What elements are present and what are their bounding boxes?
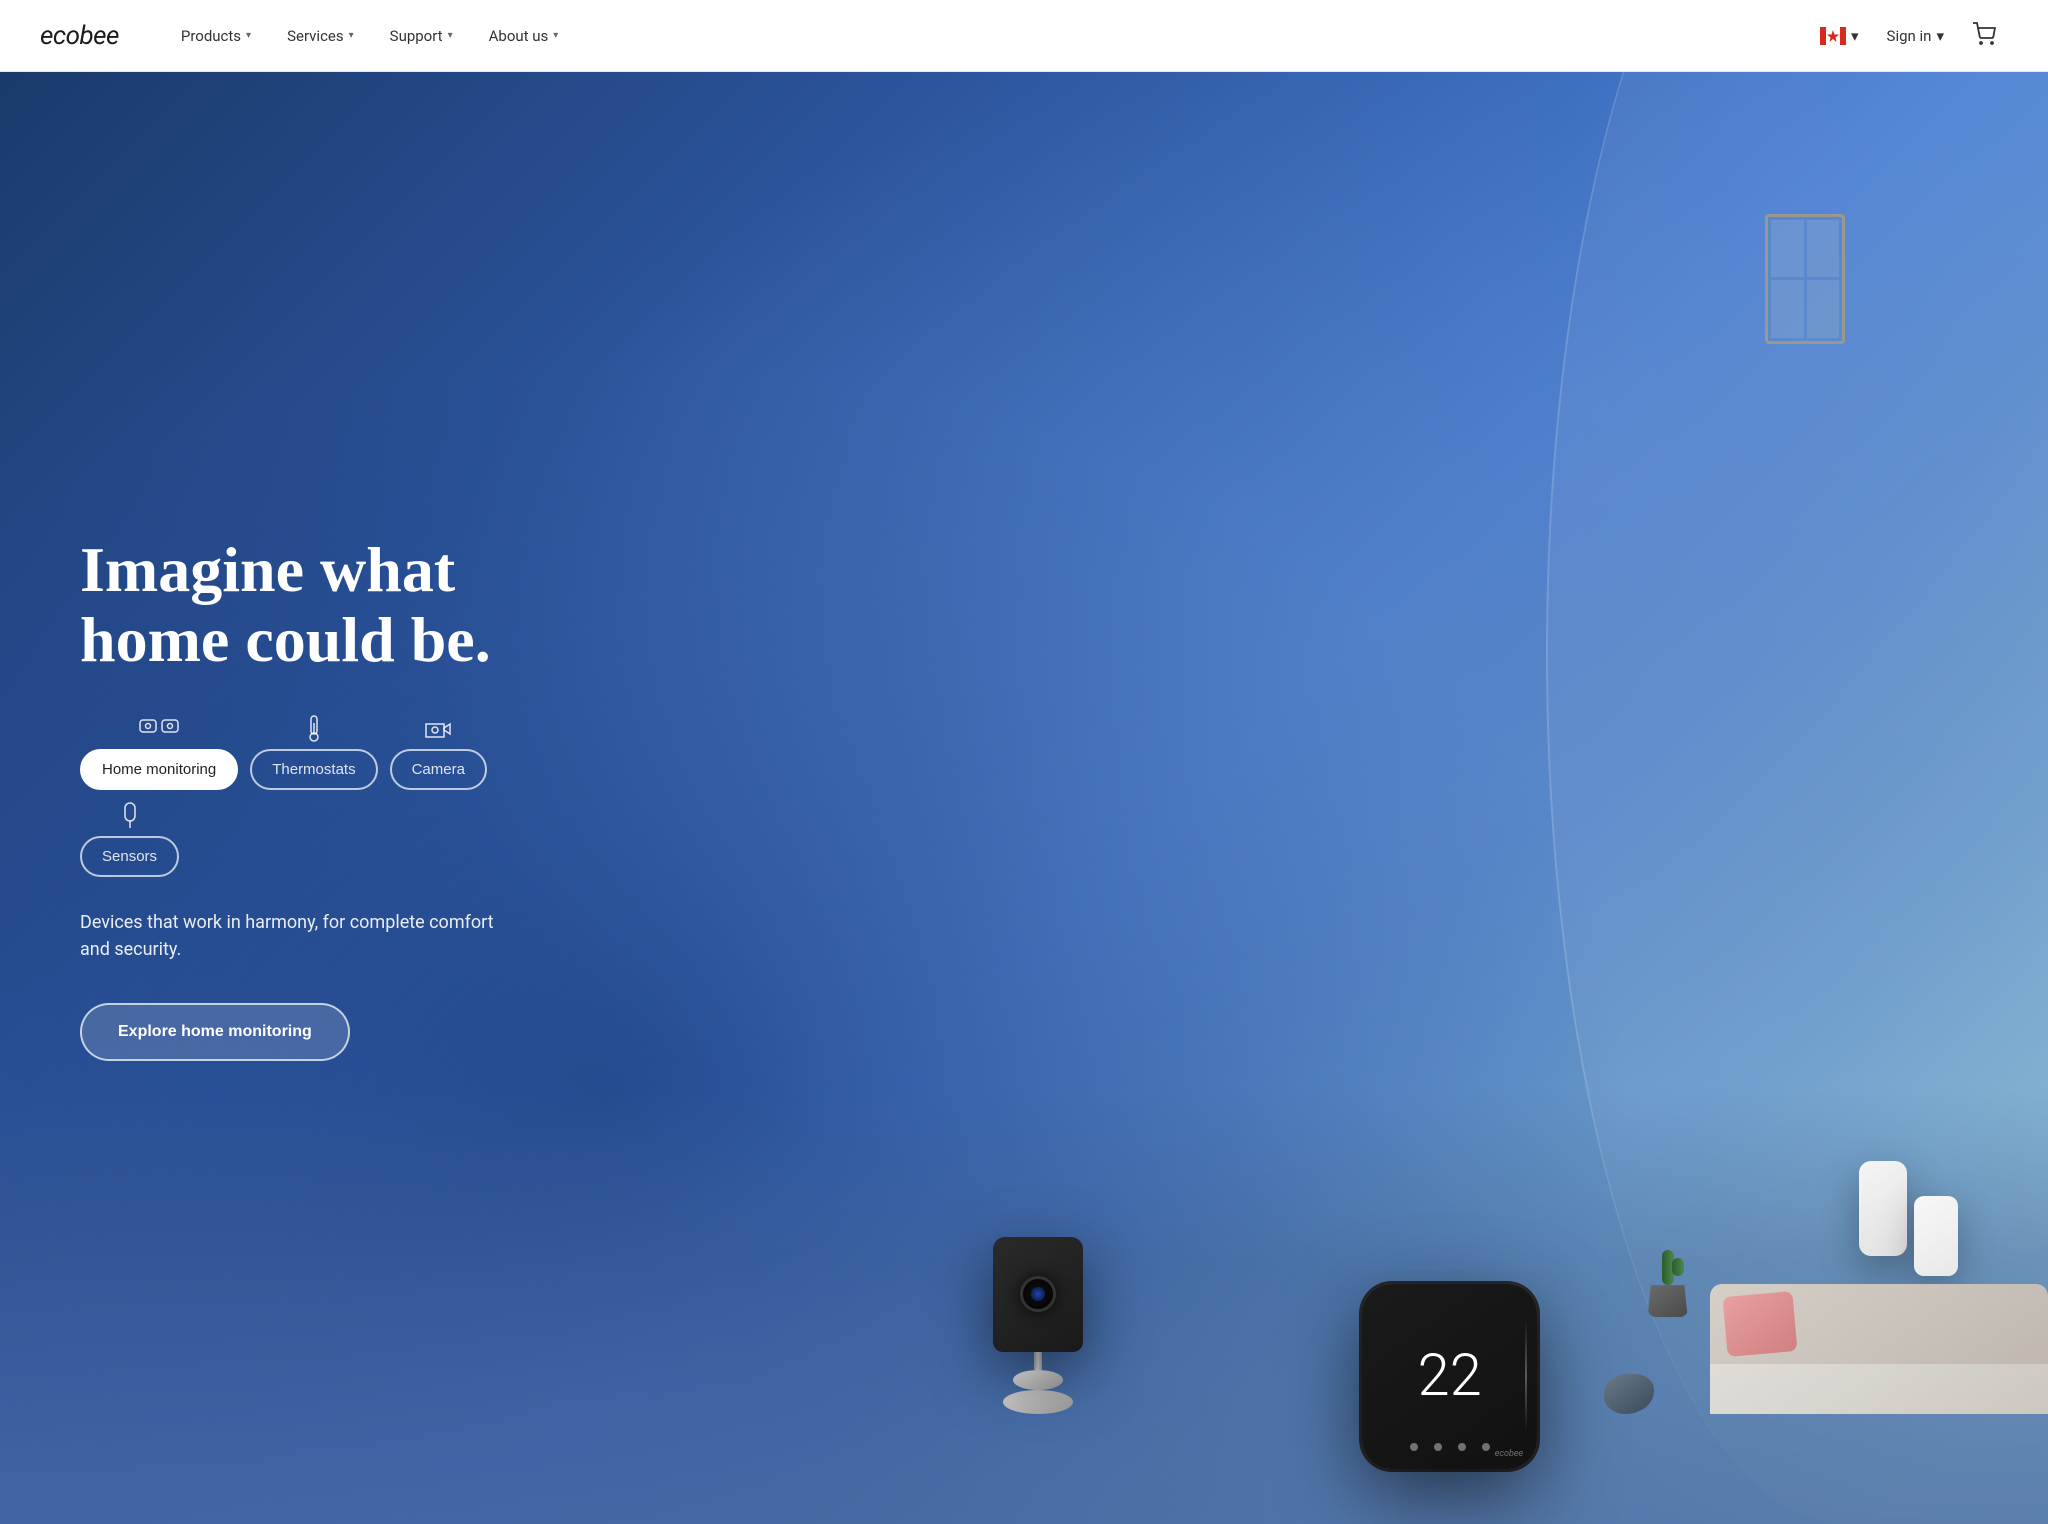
cactus-pot bbox=[1648, 1285, 1688, 1317]
nav-links: Products ▾ Services ▾ Support ▾ About us… bbox=[167, 19, 1808, 53]
cart-button[interactable] bbox=[1960, 14, 2008, 58]
cart-icon bbox=[1972, 22, 1996, 46]
product-tabs: Home monitoring Thermostats bbox=[80, 715, 520, 877]
thermostat-arc-indicator bbox=[1525, 1321, 1527, 1432]
thermostat-temperature: 22 bbox=[1417, 1347, 1481, 1405]
sensor-body-1 bbox=[1859, 1161, 1907, 1256]
cactus-stem bbox=[1662, 1250, 1674, 1285]
camera-body bbox=[993, 1237, 1083, 1352]
nav-support[interactable]: Support ▾ bbox=[376, 19, 467, 53]
tab-sensors[interactable]: Sensors bbox=[80, 802, 179, 877]
nav-services[interactable]: Services ▾ bbox=[273, 19, 368, 53]
country-selector[interactable]: ▾ bbox=[1808, 19, 1871, 53]
tab-camera[interactable]: Camera bbox=[390, 715, 487, 790]
couch-seat bbox=[1710, 1364, 2048, 1414]
nav-about[interactable]: About us ▾ bbox=[475, 19, 573, 53]
thermostat-display: 22 bbox=[1417, 1347, 1481, 1405]
couch-decoration bbox=[1710, 1284, 2048, 1414]
about-chevron-icon: ▾ bbox=[553, 30, 558, 41]
stone-decoration bbox=[1604, 1374, 1654, 1414]
window-pane-2 bbox=[1807, 220, 1840, 278]
window-frame bbox=[1765, 214, 1845, 344]
thermostat-body: 22 ecobee bbox=[1362, 1284, 1537, 1469]
camera-icon bbox=[424, 715, 452, 743]
home-monitoring-icon bbox=[139, 715, 179, 743]
navbar: ecobee Products ▾ Services ▾ Support ▾ A… bbox=[0, 0, 2048, 72]
tab-home-monitoring[interactable]: Home monitoring bbox=[80, 715, 238, 790]
thermostat-brand: ecobee bbox=[1495, 1449, 1523, 1459]
signin-chevron-icon: ▾ bbox=[1936, 27, 1944, 45]
explore-cta-button[interactable]: Explore home monitoring bbox=[80, 1003, 350, 1061]
camera-device bbox=[978, 1237, 1098, 1414]
window-pane-3 bbox=[1771, 280, 1804, 338]
t-dot-3 bbox=[1458, 1443, 1466, 1451]
window-decoration bbox=[1765, 214, 1845, 344]
hero-section: Imagine what home could be. Home monitor… bbox=[0, 72, 2048, 1524]
sensor-body-2 bbox=[1914, 1196, 1958, 1276]
nav-products[interactable]: Products ▾ bbox=[167, 19, 265, 53]
window-pane-4 bbox=[1807, 280, 1840, 338]
signin-button[interactable]: Sign in ▾ bbox=[1875, 19, 1956, 53]
window-pane-1 bbox=[1771, 220, 1804, 278]
services-chevron-icon: ▾ bbox=[349, 30, 354, 41]
sensors-tab-button[interactable]: Sensors bbox=[80, 836, 179, 877]
home-monitoring-tab-button[interactable]: Home monitoring bbox=[80, 749, 238, 790]
thermostat-icon bbox=[304, 715, 324, 743]
camera-tab-button[interactable]: Camera bbox=[390, 749, 487, 790]
brand-logo[interactable]: ecobee bbox=[40, 21, 119, 51]
cactus-arm bbox=[1672, 1258, 1684, 1276]
canada-flag-icon bbox=[1820, 27, 1846, 45]
products-chevron-icon: ▾ bbox=[246, 30, 251, 41]
hero-content: Imagine what home could be. Home monitor… bbox=[0, 455, 600, 1142]
hero-description: Devices that work in harmony, for comple… bbox=[80, 909, 520, 963]
support-chevron-icon: ▾ bbox=[448, 30, 453, 41]
country-chevron-icon: ▾ bbox=[1851, 27, 1859, 45]
couch-pillow bbox=[1723, 1291, 1798, 1357]
camera-lens bbox=[1020, 1276, 1056, 1312]
t-dot-2 bbox=[1434, 1443, 1442, 1451]
thermostats-tab-button[interactable]: Thermostats bbox=[250, 749, 377, 790]
nav-right-section: ▾ Sign in ▾ bbox=[1808, 14, 2008, 58]
t-dot-4 bbox=[1482, 1443, 1490, 1451]
thermostat-control-dots bbox=[1410, 1443, 1490, 1451]
thermostat-device: 22 ecobee bbox=[1350, 1284, 1550, 1469]
camera-base-plate bbox=[1003, 1390, 1073, 1414]
hero-products-area: 22 ecobee bbox=[922, 145, 2048, 1524]
camera-base bbox=[1013, 1370, 1063, 1390]
tab-thermostats[interactable]: Thermostats bbox=[250, 715, 377, 790]
camera-stand bbox=[1034, 1352, 1042, 1370]
sensor-device bbox=[1859, 1161, 1958, 1276]
sensor-icon bbox=[121, 802, 139, 830]
hero-headline: Imagine what home could be. bbox=[80, 535, 520, 676]
t-dot-1 bbox=[1410, 1443, 1418, 1451]
cactus-decoration bbox=[1648, 1250, 1688, 1317]
